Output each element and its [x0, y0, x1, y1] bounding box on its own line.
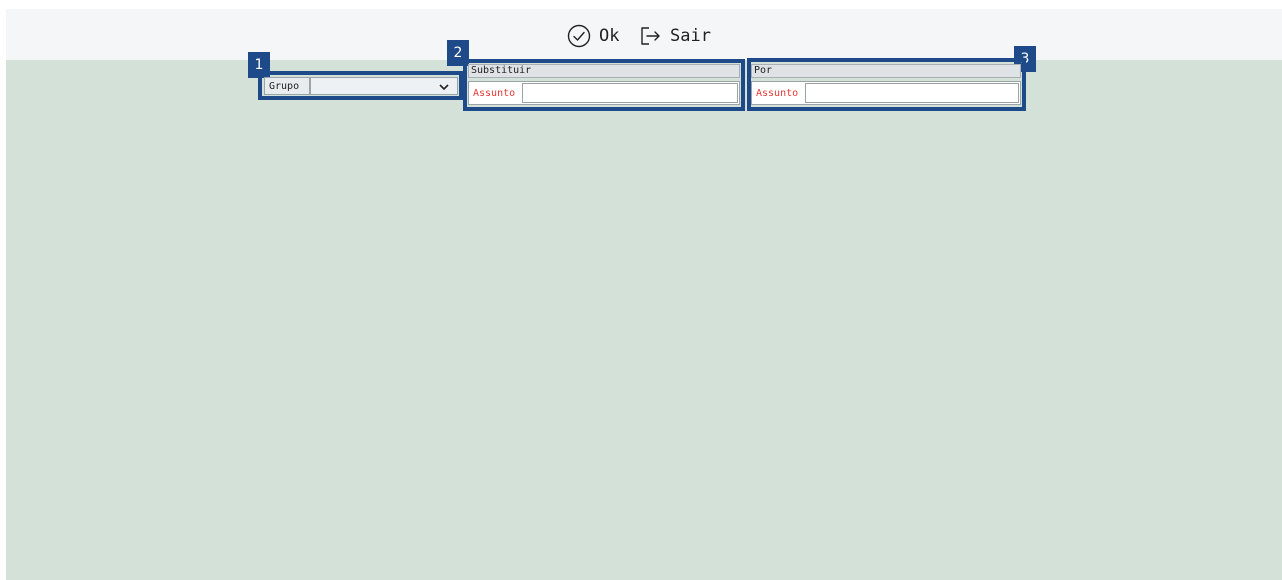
group-select[interactable] — [310, 77, 458, 95]
ok-label: Ok — [599, 26, 620, 46]
by-section-title: Por — [751, 64, 1021, 78]
group-field: Grupo — [264, 77, 458, 95]
check-circle-icon — [567, 24, 591, 48]
replace-section-title: Substituir — [468, 64, 740, 78]
app-frame: Ok Sair 1 Grupo 2 Substituir Assunto 3 P… — [6, 9, 1282, 580]
replace-subject-row: Assunto — [468, 81, 740, 105]
by-subject-label: Assunto — [756, 87, 799, 99]
by-subject-row: Assunto — [751, 81, 1021, 105]
replace-subject-input[interactable] — [522, 83, 738, 103]
group-label: Grupo — [264, 77, 310, 95]
toolbar: Ok Sair — [6, 9, 1282, 60]
logout-icon — [638, 24, 662, 48]
exit-button[interactable]: Sair — [638, 23, 711, 49]
ok-button[interactable]: Ok — [567, 23, 619, 49]
replace-subject-label: Assunto — [473, 87, 516, 99]
chevron-down-icon — [439, 84, 449, 91]
by-subject-input[interactable] — [805, 83, 1019, 103]
exit-label: Sair — [670, 26, 711, 46]
